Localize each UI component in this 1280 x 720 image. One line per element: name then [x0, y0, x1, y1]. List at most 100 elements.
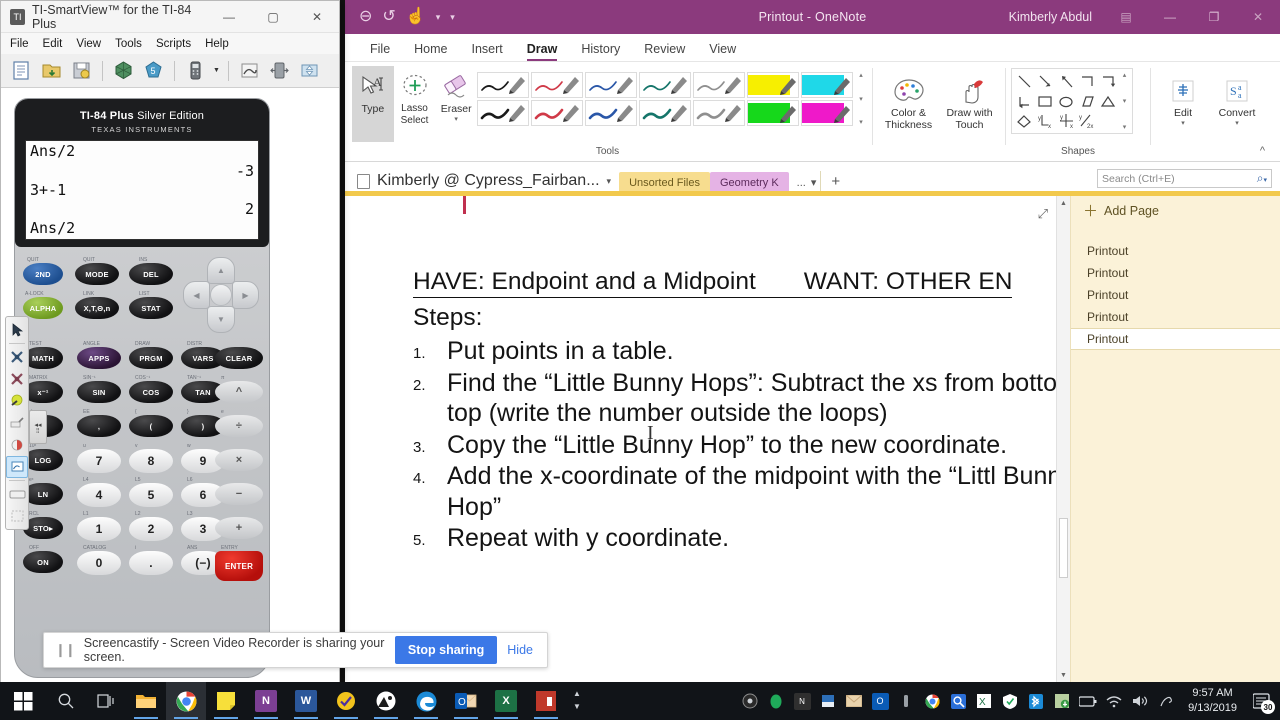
calc-key-2nd[interactable]: 2ND — [23, 263, 63, 285]
shape-axis-arrow-icon[interactable] — [1014, 91, 1035, 111]
calc-key-5[interactable]: 5 — [129, 483, 173, 507]
stop-sharing-button[interactable]: Stop sharing — [394, 636, 498, 664]
task-view-icon[interactable] — [86, 682, 126, 720]
color-tool[interactable] — [6, 434, 28, 456]
page-list-item[interactable]: Printout — [1071, 306, 1280, 328]
shape-number-line-icon[interactable]: y 2x — [1077, 111, 1098, 131]
usb-device-icon[interactable] — [893, 682, 919, 720]
undo-icon[interactable]: ↺ — [382, 9, 395, 25]
taskbar-todoist[interactable] — [326, 682, 366, 720]
menu-edit[interactable]: Edit — [43, 38, 63, 50]
calc-key-lparen[interactable]: ( — [129, 415, 173, 437]
calc-key-4[interactable]: 4 — [77, 483, 121, 507]
draw-with-touch-button[interactable]: Draw with Touch — [939, 70, 1000, 131]
key-press-history-icon[interactable] — [267, 58, 292, 83]
search-tray-icon[interactable] — [945, 682, 971, 720]
chrome-tray-icon[interactable] — [919, 682, 945, 720]
page-list-item-selected[interactable]: Printout — [1071, 328, 1280, 350]
pen-swatch-2-6[interactable] — [801, 100, 854, 126]
close-button[interactable]: ✕ — [1236, 0, 1280, 34]
color-and-thickness-button[interactable]: Color & Thickness — [878, 70, 939, 131]
pen-swatch-1-1[interactable] — [531, 72, 584, 98]
calc-dpad[interactable]: ▲ ▼ ◀ ▶ — [183, 257, 259, 333]
screen-capture-icon[interactable] — [237, 58, 262, 83]
chevron-down-icon[interactable]: ▾ — [454, 116, 458, 123]
shape-parallelogram-icon[interactable] — [1077, 91, 1098, 111]
calc-key-7[interactable]: 7 — [77, 449, 121, 473]
page-list-item[interactable]: Printout — [1071, 262, 1280, 284]
notification-center-button[interactable]: 30 — [1246, 682, 1276, 720]
pen-tool-2[interactable] — [6, 368, 28, 390]
calculator-view-icon[interactable] — [183, 58, 208, 83]
shapes-more-icon[interactable]: ▾ — [1123, 123, 1127, 131]
ti-collapse-panel[interactable]: ◂◂ ⣿ — [29, 410, 47, 444]
calc-key-0[interactable]: 0 — [77, 551, 121, 575]
calc-key-apps[interactable]: APPS — [77, 347, 121, 369]
ribbon-display-options-icon[interactable]: ▤ — [1104, 0, 1148, 34]
windows-start-icon[interactable] — [0, 682, 46, 720]
save-icon[interactable] — [69, 58, 94, 83]
ti-minimize-button[interactable]: — — [207, 1, 251, 33]
pen-swatch-1-5[interactable] — [747, 72, 800, 98]
shape-corner-icon[interactable] — [1077, 71, 1098, 91]
calc-key-ln[interactable]: LN — [23, 483, 63, 505]
page-vertical-scrollbar[interactable]: ▲ ▼ — [1056, 196, 1070, 682]
page-list-item[interactable]: Printout — [1071, 284, 1280, 306]
pen-swatch-1-0[interactable] — [477, 72, 530, 98]
shape-line-icon[interactable] — [1014, 71, 1035, 91]
green-shield-icon[interactable] — [763, 682, 789, 720]
calc-key-xton[interactable]: X,T,Θ,n — [75, 297, 119, 319]
new-document-icon[interactable] — [9, 58, 34, 83]
tab-review[interactable]: Review — [633, 40, 696, 61]
drag-grip-icon[interactable]: ❙❙ — [44, 642, 84, 658]
excel-tray-icon[interactable]: X — [971, 682, 997, 720]
search-icon[interactable] — [46, 682, 86, 720]
menu-tools[interactable]: Tools — [115, 38, 142, 50]
page-canvas[interactable]: ⤢ I HAVE: Endpoint and a Midpoint WANT: O… — [345, 196, 1056, 682]
dropdown-caret-icon[interactable]: ▼ — [213, 67, 220, 74]
nvidia-icon[interactable]: N — [789, 682, 815, 720]
ti-close-button[interactable]: ✕ — [295, 1, 339, 33]
show-hidden-icons-icon[interactable]: ▲ ▼ — [566, 688, 588, 714]
clear-tool[interactable] — [6, 483, 28, 505]
edit-button[interactable]: Edit ▾ — [1156, 70, 1210, 127]
chevron-down-icon-sections[interactable]: ▾ — [811, 176, 817, 189]
hide-button[interactable]: Hide — [507, 643, 547, 657]
calc-key-minus[interactable]: − — [215, 483, 263, 505]
calculator-screen[interactable]: Ans/2 -3 3+-1 2 Ans/2 1 — [25, 140, 259, 240]
scroll-down-icon[interactable]: ▾ — [855, 96, 867, 103]
back-icon[interactable]: ⊖ — [359, 9, 372, 25]
display-icon[interactable] — [815, 682, 841, 720]
menu-view[interactable]: View — [76, 38, 101, 50]
tab-draw[interactable]: Draw — [516, 40, 569, 61]
calc-key-cos[interactable]: COS — [129, 381, 173, 403]
pen-swatch-1-2[interactable] — [585, 72, 638, 98]
shapes-scroll-down-icon[interactable]: ▾ — [1123, 97, 1127, 105]
lasso-select-button[interactable]: Lasso Select — [394, 66, 436, 126]
taskbar-edge[interactable] — [406, 682, 446, 720]
shape-diamond-icon[interactable] — [1014, 111, 1035, 131]
pen-swatch-1-6[interactable] — [801, 72, 854, 98]
panel-resize-icon[interactable] — [297, 58, 322, 83]
pen-swatch-1-4[interactable] — [693, 72, 746, 98]
pen-swatch-2-3[interactable] — [639, 100, 692, 126]
minimize-button[interactable]: — — [1148, 0, 1192, 34]
calc-key-math[interactable]: MATH — [23, 347, 63, 369]
calc-key-plus[interactable]: + — [215, 517, 263, 539]
menu-scripts[interactable]: Scripts — [156, 38, 191, 50]
tab-view[interactable]: View — [698, 40, 747, 61]
calc-key-8[interactable]: 8 — [129, 449, 173, 473]
calc-key-down[interactable]: ▼ — [207, 306, 235, 333]
battery-icon[interactable] — [1075, 682, 1101, 720]
calc-key-stat[interactable]: STAT — [129, 297, 173, 319]
taskbar-excel[interactable]: X — [486, 682, 526, 720]
install-icon[interactable] — [1049, 682, 1075, 720]
volume-icon[interactable] — [1127, 682, 1153, 720]
pointer-tool[interactable] — [6, 319, 28, 341]
screen-capture-tool[interactable] — [6, 456, 28, 478]
security-shield-icon[interactable] — [997, 682, 1023, 720]
pen-swatch-1-3[interactable] — [639, 72, 692, 98]
ti-maximize-button[interactable]: ▢ — [251, 1, 295, 33]
add-page-button[interactable]: ＋ Add Page — [1071, 196, 1280, 226]
calc-key-del[interactable]: DEL — [129, 263, 173, 285]
